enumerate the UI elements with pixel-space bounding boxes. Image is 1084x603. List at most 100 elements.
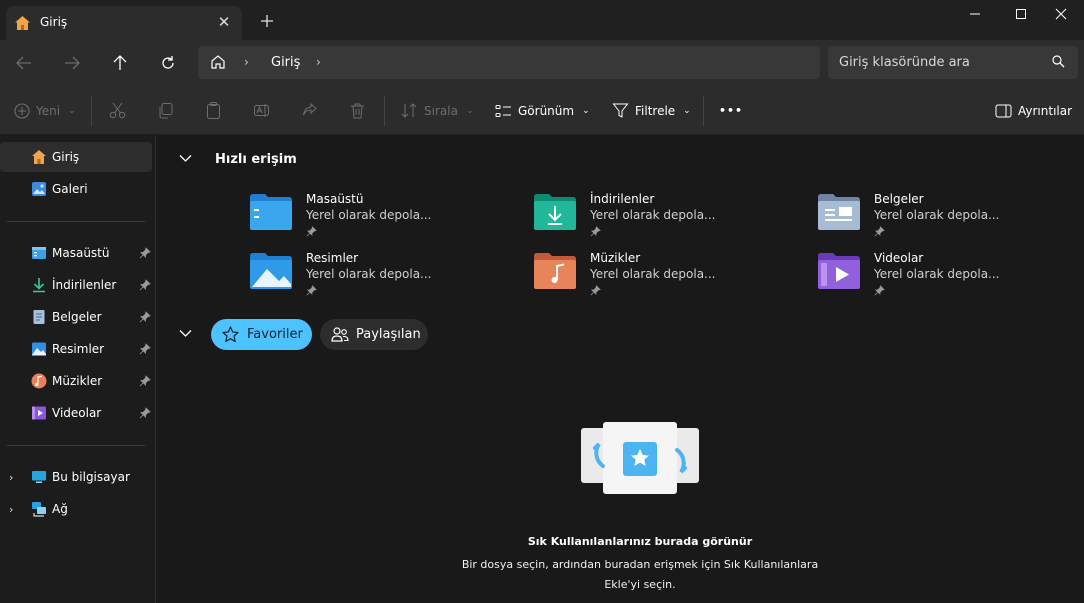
details-pane-icon — [995, 104, 1012, 117]
view-icon — [495, 104, 511, 117]
item-name: Belgeler — [874, 192, 924, 206]
tab-label: Paylaşılan — [356, 327, 421, 342]
sidebar-item-desktop[interactable]: Masaüstü — [0, 238, 152, 268]
pin-icon[interactable] — [139, 343, 151, 355]
sidebar-item-label: Galeri — [52, 182, 88, 196]
item-status: Yerel olarak depola... — [306, 208, 432, 222]
tab-shared[interactable]: Paylaşılan — [320, 319, 428, 350]
quick-access-item[interactable]: Resimler Yerel olarak depola... — [249, 251, 499, 309]
arrow-right-icon — [65, 56, 80, 70]
sidebar-item-label: Masaüstü — [52, 246, 110, 260]
chevron-down-icon: ⌄ — [68, 105, 76, 116]
item-status: Yerel olarak depola... — [590, 267, 716, 281]
search-placeholder: Giriş klasöründe ara — [839, 55, 970, 70]
delete-button[interactable] — [349, 86, 366, 135]
quick-access-item[interactable]: İndirilenler Yerel olarak depola... — [533, 192, 783, 250]
sidebar-item-home[interactable]: Giriş — [0, 142, 152, 172]
pin-icon[interactable] — [139, 311, 151, 323]
close-window-button[interactable] — [1038, 0, 1084, 28]
sidebar-item-label: İndirilenler — [52, 278, 117, 292]
copy-button[interactable] — [157, 86, 174, 135]
chevron-down-icon: ⌄ — [582, 105, 590, 116]
item-status: Yerel olarak depola... — [874, 267, 1000, 281]
desktop-folder-icon — [32, 247, 46, 259]
address-bar[interactable]: › Giriş › — [198, 46, 820, 79]
quick-access-title: Hızlı erişim — [215, 152, 297, 167]
gallery-icon — [32, 182, 46, 196]
filter-button[interactable]: Filtrele ⌄ — [612, 86, 691, 135]
empty-state-title: Sık Kullanılanlarınız burada görünür — [527, 535, 753, 548]
sidebar-item-pictures[interactable]: Resimler — [0, 334, 152, 364]
collapse-chevron-icon[interactable] — [179, 329, 192, 338]
sidebar-item-label: Müzikler — [52, 374, 103, 388]
quick-access-item[interactable]: Müzikler Yerel olarak depola... — [533, 251, 783, 309]
pin-icon — [590, 226, 601, 237]
tab-home[interactable]: Giriş ✕ — [6, 6, 242, 40]
rename-button[interactable] — [253, 86, 270, 135]
trash-icon — [351, 103, 364, 119]
item-name: Müzikler — [590, 251, 641, 265]
quick-access-item[interactable]: Belgeler Yerel olarak depola... — [817, 192, 1067, 250]
sidebar-item-downloads[interactable]: İndirilenler — [0, 270, 152, 300]
sidebar-item-this-pc[interactable]: › Bu bilgisayar — [0, 462, 152, 492]
details-button[interactable]: Ayrıntılar — [995, 86, 1072, 135]
pin-icon — [874, 226, 885, 237]
cut-button[interactable] — [109, 86, 126, 135]
music-folder-icon — [534, 253, 576, 289]
close-icon — [1055, 8, 1067, 20]
sidebar-divider — [7, 221, 145, 222]
item-name: Resimler — [306, 251, 359, 265]
view-button[interactable]: Görünüm ⌄ — [495, 86, 590, 135]
up-button[interactable] — [109, 52, 131, 74]
home-outline-icon[interactable] — [210, 54, 226, 70]
new-tab-button[interactable] — [258, 12, 276, 30]
sidebar-item-videos[interactable]: Videolar — [0, 398, 152, 428]
back-button[interactable] — [13, 52, 35, 74]
pin-icon[interactable] — [139, 407, 151, 419]
navigation-pane: Giriş Galeri Masaüstü İndirilenler Belge… — [0, 135, 156, 603]
forward-button[interactable] — [61, 52, 83, 74]
home-icon — [15, 16, 30, 30]
refresh-icon — [162, 56, 174, 69]
close-tab-icon[interactable]: ✕ — [216, 13, 232, 31]
empty-state-description: Bir dosya seçin, ardından buradan erişme… — [461, 558, 819, 591]
sidebar-item-music[interactable]: Müzikler — [0, 366, 152, 396]
pin-icon[interactable] — [139, 247, 151, 259]
refresh-button[interactable] — [157, 52, 179, 74]
downloads-folder-icon — [534, 194, 576, 230]
quick-access-item[interactable]: Masaüstü Yerel olarak depola... — [249, 192, 499, 250]
quick-access-item[interactable]: Videolar Yerel olarak depola... — [817, 251, 1067, 309]
more-options-button[interactable]: ••• — [719, 86, 743, 135]
search-icon[interactable] — [1052, 55, 1065, 68]
collapse-chevron-icon[interactable] — [179, 154, 192, 163]
chevron-right-icon[interactable]: › — [9, 471, 13, 484]
pin-icon[interactable] — [139, 375, 151, 387]
pin-icon[interactable] — [139, 279, 151, 291]
navigation-bar: › Giriş › Giriş klasöründe ara — [0, 40, 1084, 86]
pictures-folder-icon — [250, 253, 292, 289]
breadcrumb-chevron-icon[interactable]: › — [316, 55, 321, 69]
sidebar-item-network[interactable]: › Ağ — [0, 494, 152, 524]
search-box[interactable]: Giriş klasöründe ara — [828, 46, 1078, 79]
breadcrumb-item[interactable]: Giriş — [271, 55, 300, 70]
share-button[interactable] — [301, 86, 318, 135]
maximize-icon — [1016, 9, 1026, 19]
toolbar-divider — [384, 96, 385, 126]
share-icon — [303, 102, 317, 116]
sidebar-item-gallery[interactable]: Galeri — [0, 174, 152, 204]
pin-icon — [874, 285, 885, 296]
sidebar-item-documents[interactable]: Belgeler — [0, 302, 152, 332]
tab-label: Favoriler — [247, 327, 303, 342]
minimize-button[interactable] — [952, 0, 998, 28]
paste-icon — [207, 102, 220, 119]
tab-favorites[interactable]: Favoriler — [211, 319, 312, 350]
rename-icon — [254, 104, 269, 117]
item-status: Yerel olarak depola... — [590, 208, 716, 222]
documents-folder-icon — [818, 194, 860, 230]
chevron-right-icon[interactable]: › — [9, 503, 13, 516]
sort-button[interactable]: Sırala ⌄ — [401, 86, 473, 135]
sidebar-item-label: Resimler — [52, 342, 105, 356]
paste-button[interactable] — [205, 86, 222, 135]
breadcrumb-chevron-icon[interactable]: › — [244, 55, 249, 69]
new-button[interactable]: Yeni ⌄ — [14, 86, 76, 135]
